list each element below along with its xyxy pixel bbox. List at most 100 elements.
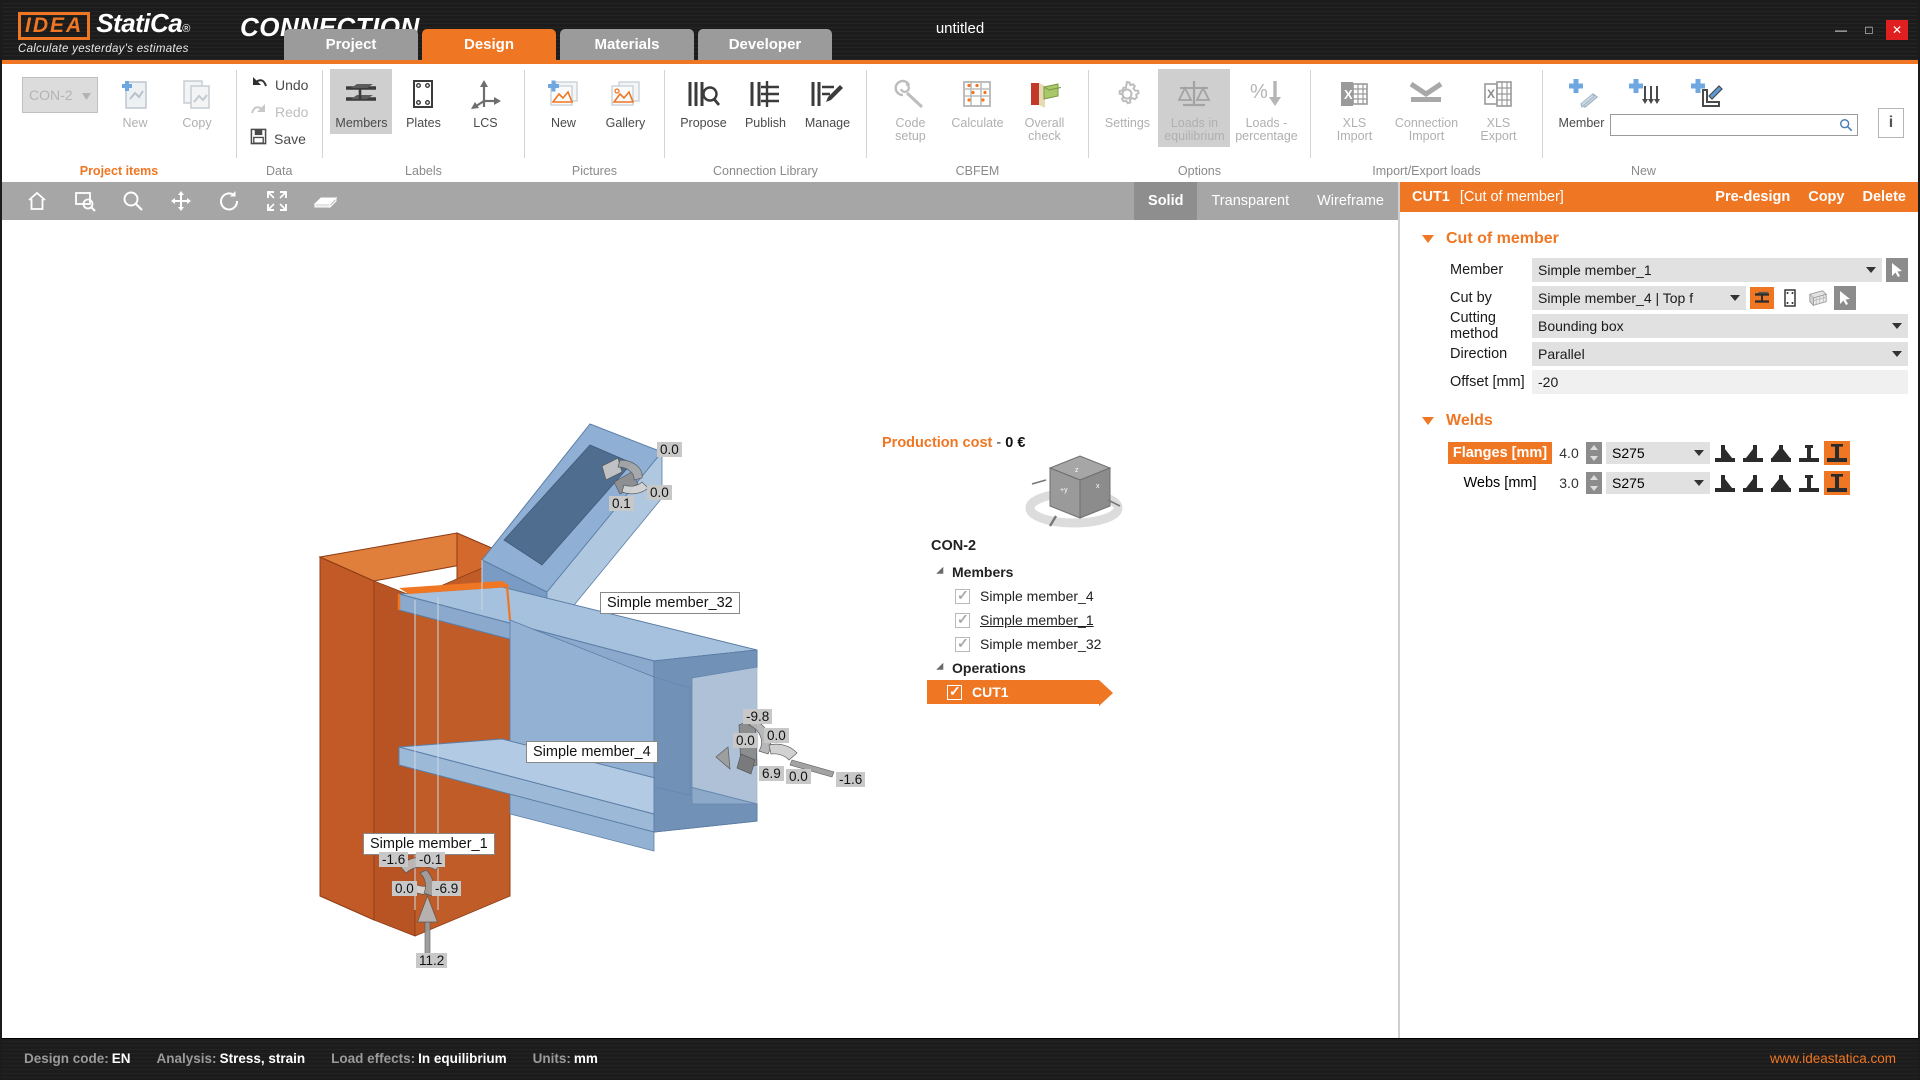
chevron-down-icon[interactable] (1892, 351, 1902, 357)
butt-icon[interactable] (1824, 441, 1850, 465)
member-label[interactable]: Simple member_32 (600, 592, 740, 614)
weld-size-stepper[interactable] (1586, 472, 1602, 494)
fillet-right-icon[interactable] (1740, 441, 1766, 465)
member-button[interactable]: Member (1550, 69, 1612, 134)
zoom-window-icon[interactable] (72, 188, 98, 214)
chevron-down-icon[interactable] (1422, 417, 1434, 425)
checkbox[interactable] (955, 589, 970, 604)
tab-developer[interactable]: Developer (698, 29, 832, 60)
bevel-icon[interactable] (1796, 441, 1822, 465)
welds-section-header[interactable]: Welds (1410, 408, 1908, 440)
weld-group-tag[interactable]: Webs [mm] (1448, 472, 1552, 494)
field-select[interactable]: Simple member_1 (1532, 258, 1882, 282)
member-label[interactable]: Simple member_4 (526, 741, 658, 763)
chevron-down-icon[interactable] (1694, 480, 1704, 486)
new-button[interactable]: New (532, 69, 594, 134)
pick-in-3d-cursor-icon[interactable] (1834, 286, 1856, 310)
tab-materials[interactable]: Materials (560, 29, 694, 60)
publish-button[interactable]: Publish (734, 69, 796, 134)
field-select[interactable]: Simple member_4 | Top f (1532, 286, 1746, 310)
propose-button[interactable]: Propose (672, 69, 734, 134)
view-mode-solid[interactable]: Solid (1134, 182, 1197, 220)
minimize-button[interactable]: — (1830, 20, 1852, 40)
tree-group-members[interactable]: Members (927, 560, 1137, 584)
tree-item[interactable]: Simple member_1 (927, 608, 1137, 632)
save-button[interactable]: Save (244, 125, 314, 153)
chevron-down-icon[interactable] (82, 87, 91, 103)
tree-item[interactable]: Simple member_4 (927, 584, 1137, 608)
undo-button[interactable]: Undo (244, 71, 314, 98)
weld-size-value[interactable]: 4.0 (1552, 445, 1586, 461)
close-button[interactable]: ✕ (1886, 20, 1908, 40)
tab-design[interactable]: Design (422, 29, 556, 60)
home-icon[interactable] (24, 188, 50, 214)
cut-of-member-section-header[interactable]: Cut of member (1410, 226, 1908, 258)
view-mode-transparent[interactable]: Transparent (1197, 182, 1303, 220)
fillet-right-icon[interactable] (1740, 471, 1766, 495)
manage-button[interactable]: Manage (796, 69, 858, 134)
tab-project[interactable]: Project (284, 29, 418, 60)
website-link[interactable]: www.ideastatica.com (1770, 1051, 1896, 1066)
members-button[interactable]: Members (330, 69, 392, 134)
ribbon-group-title: Pictures (526, 164, 662, 182)
view-mode-wireframe[interactable]: Wireframe (1303, 182, 1398, 220)
maximize-button[interactable]: □ (1858, 20, 1880, 40)
ribbon-group-items: UndoRedoSave (238, 64, 320, 156)
rotate-icon[interactable] (216, 188, 242, 214)
fillet-left-icon[interactable] (1712, 441, 1738, 465)
svg-text:z: z (1075, 467, 1079, 474)
member-section-icon[interactable] (1750, 287, 1774, 309)
gallery-button[interactable]: Gallery (594, 69, 656, 134)
status-key: Analysis: (157, 1051, 217, 1066)
model-canvas[interactable]: Production cost - 0 € z x +y (2, 220, 1398, 1038)
delete-action[interactable]: Delete (1862, 189, 1906, 205)
double-fillet-icon[interactable] (1768, 471, 1794, 495)
connection-selector[interactable]: CON-2 (22, 77, 98, 113)
chevron-down-icon[interactable] (1422, 235, 1434, 243)
tree-item[interactable]: Simple member_32 (927, 632, 1137, 656)
mesh-plate-icon[interactable] (1806, 287, 1830, 309)
checkbox[interactable] (955, 613, 970, 628)
svg-text:x: x (1096, 483, 1100, 490)
lcs-button[interactable]: LCS (454, 69, 516, 134)
checkbox[interactable] (947, 685, 962, 700)
plate-icon[interactable] (1778, 287, 1802, 309)
pre-design-action[interactable]: Pre-design (1715, 189, 1790, 205)
field-input[interactable]: -20 (1532, 370, 1908, 394)
view-3d-icon[interactable] (312, 188, 338, 214)
chevron-down-icon[interactable] (1866, 267, 1876, 273)
pick-in-3d-cursor-icon[interactable] (1886, 258, 1908, 282)
tree-group-operations[interactable]: Operations (927, 656, 1137, 680)
copy-action[interactable]: Copy (1808, 189, 1844, 205)
tree-item[interactable]: CUT1 (927, 680, 1099, 704)
zoom-icon[interactable] (120, 188, 146, 214)
field-select[interactable]: Bounding box (1532, 314, 1908, 338)
info-button[interactable]: i (1878, 108, 1904, 138)
pan-icon[interactable] (168, 188, 194, 214)
chevron-down-icon[interactable] (1892, 323, 1902, 329)
fillet-left-icon[interactable] (1712, 471, 1738, 495)
double-fillet-icon[interactable] (1768, 441, 1794, 465)
redo-icon (250, 101, 268, 122)
weld-material-select[interactable]: S275 (1606, 472, 1710, 494)
butt-icon[interactable] (1824, 471, 1850, 495)
connection-import-button: Connection Import (1390, 69, 1462, 147)
expand-triangle-icon[interactable] (936, 567, 947, 578)
field-select[interactable]: Parallel (1532, 342, 1908, 366)
weld-material-select[interactable]: S275 (1606, 442, 1710, 464)
field-control: Simple member_1 (1532, 258, 1908, 282)
chevron-down-icon[interactable] (1730, 295, 1740, 301)
weld-group-tag[interactable]: Flanges [mm] (1448, 442, 1552, 464)
search-icon (1839, 118, 1853, 132)
bevel-icon[interactable] (1796, 471, 1822, 495)
checkbox[interactable] (955, 637, 970, 652)
status-item: Analysis:Stress, strain (157, 1051, 306, 1066)
weld-size-value[interactable]: 3.0 (1552, 475, 1586, 491)
chevron-down-icon[interactable] (1694, 450, 1704, 456)
view-cube[interactable]: z x +y (1022, 442, 1127, 534)
weld-size-stepper[interactable] (1586, 442, 1602, 464)
expand-triangle-icon[interactable] (936, 663, 947, 674)
search-input[interactable] (1610, 114, 1858, 136)
plates-button[interactable]: Plates (392, 69, 454, 134)
fit-all-icon[interactable] (264, 188, 290, 214)
